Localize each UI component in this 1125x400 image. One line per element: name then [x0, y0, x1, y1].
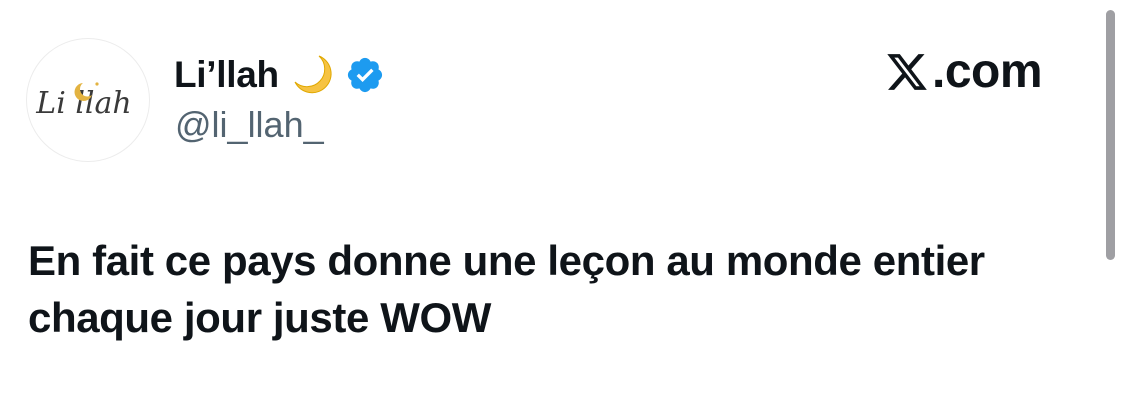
scrollbar[interactable] [1106, 10, 1115, 260]
author-handle[interactable]: @li_llah_ [175, 104, 324, 146]
x-com-branding: .com [884, 45, 1043, 98]
brand-domain-text: .com [932, 45, 1043, 98]
x-logo-icon [884, 50, 930, 94]
avatar[interactable]: Li llah [26, 38, 150, 162]
li-llah-logo: Li llah [35, 82, 132, 121]
verified-badge-icon[interactable] [345, 55, 385, 95]
author-display-name[interactable]: Li’llah [174, 50, 385, 100]
tweet-text: En fait ce pays donne une leçon au monde… [28, 237, 985, 341]
avatar-star-icon [95, 82, 99, 86]
avatar-logo-text: Li llah [35, 86, 131, 121]
crescent-moon-icon [289, 52, 335, 98]
author-name-text: Li’llah [174, 54, 279, 95]
